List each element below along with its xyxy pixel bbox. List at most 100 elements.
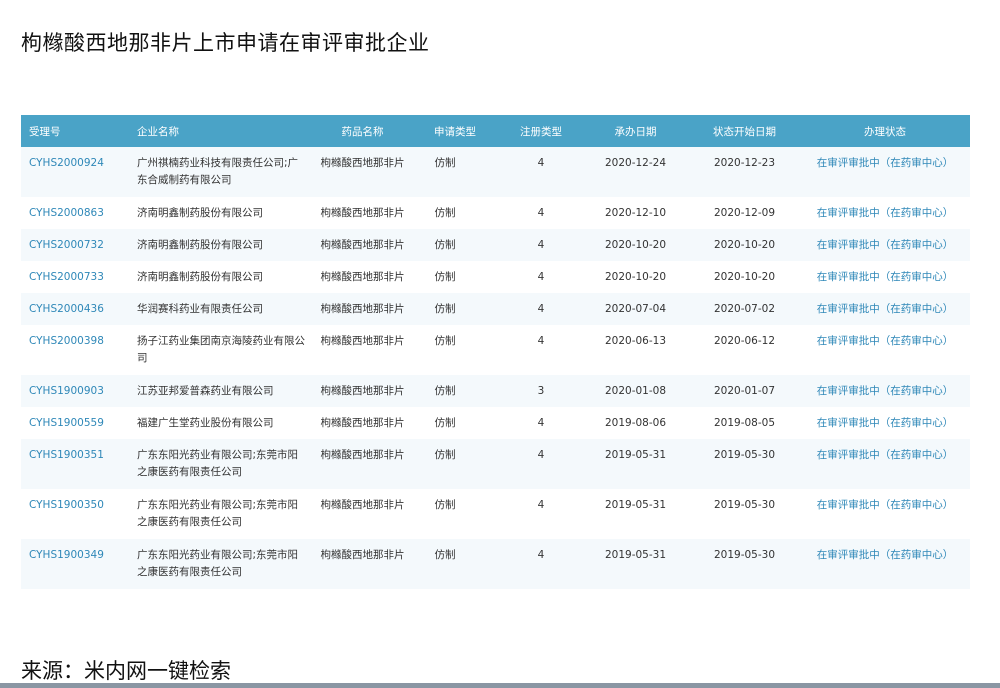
- status-cell[interactable]: 在审评审批中（在药审中心）: [800, 407, 970, 439]
- apply-type-cell: 仿制: [434, 549, 456, 561]
- company-name-cell: 广东东阳光药业有限公司;东莞市阳之康医药有限责任公司: [137, 499, 299, 528]
- status-cell[interactable]: 在审评审批中（在药审中心）: [800, 229, 970, 261]
- apply-type-cell: 仿制: [434, 335, 456, 347]
- status-date-cell: 2020-12-09: [713, 207, 776, 219]
- apply-type-cell: 仿制: [434, 417, 456, 429]
- company-name-cell: 福建广生堂药业股份有限公司: [137, 417, 274, 429]
- reg-type-cell: 4: [537, 449, 545, 461]
- drug-name-cell: 枸橼酸西地那非片: [320, 239, 405, 251]
- header-cell: 状态开始日期: [713, 125, 776, 138]
- drug-name-cell: 枸橼酸西地那非片: [320, 303, 405, 315]
- reg-type-cell: 4: [537, 271, 545, 283]
- apply-type-cell: 仿制: [434, 449, 456, 461]
- company-name-cell: 济南明鑫制药股份有限公司: [137, 207, 263, 219]
- status-date-cell: 2019-08-05: [713, 417, 776, 429]
- accept-date-cell: 2019-05-31: [604, 449, 667, 461]
- accept-number-cell[interactable]: CYHS2000924: [21, 147, 133, 197]
- company-name-cell: 扬子江药业集团南京海陵药业有限公司: [137, 335, 305, 364]
- header-cell: 药品名称: [341, 125, 384, 138]
- header-cell: 企业名称: [137, 125, 179, 138]
- table-row: CYHS2000863 济南明鑫制药股份有限公司 枸橼酸西地那非片 仿制 4 2020-1…: [21, 197, 970, 229]
- status-cell[interactable]: 在审评审批中（在药审中心）: [800, 375, 970, 407]
- drug-name-cell: 枸橼酸西地那非片: [320, 449, 405, 461]
- reg-type-cell: 4: [537, 417, 545, 429]
- table-row: CYHS2000436 华润赛科药业有限责任公司 枸橼酸西地那非片 仿制 4 2020-0…: [21, 293, 970, 325]
- accept-number-cell[interactable]: CYHS1900351: [21, 439, 133, 489]
- accept-date-cell: 2019-08-06: [604, 417, 667, 429]
- status-date-cell: 2020-06-12: [713, 335, 776, 347]
- company-name-cell: 江苏亚邦爱普森药业有限公司: [137, 385, 274, 397]
- header-cell: 承办日期: [614, 125, 657, 138]
- drug-name-cell: 枸橼酸西地那非片: [320, 207, 405, 219]
- accept-number-cell[interactable]: CYHS1900559: [21, 407, 133, 439]
- accept-number-cell[interactable]: CYHS2000398: [21, 325, 133, 375]
- page-title: 枸橼酸西地那非片上市申请在审评审批企业: [21, 31, 430, 55]
- status-date-cell: 2020-10-20: [713, 239, 776, 251]
- status-cell[interactable]: 在审评审批中（在药审中心）: [800, 325, 970, 375]
- apply-type-cell: 仿制: [434, 157, 456, 169]
- status-date-cell: 2020-01-07: [713, 385, 776, 397]
- accept-date-cell: 2020-07-04: [604, 303, 667, 315]
- company-name-cell: 广东东阳光药业有限公司;东莞市阳之康医药有限责任公司: [137, 549, 299, 578]
- bottom-divider: [0, 683, 1000, 688]
- table-row: CYHS2000732 济南明鑫制药股份有限公司 枸橼酸西地那非片 仿制 4 2020-1…: [21, 229, 970, 261]
- table-row: CYHS2000733 济南明鑫制药股份有限公司 枸橼酸西地那非片 仿制 4 2020-1…: [21, 261, 970, 293]
- apply-type-cell: 仿制: [434, 207, 456, 219]
- status-cell[interactable]: 在审评审批中（在药审中心）: [800, 261, 970, 293]
- approval-table-container: 受理号 企业名称 药品名称 申请类型 注册类型 承办日期 状态开始日期 办理状态…: [21, 115, 970, 589]
- reg-type-cell: 4: [537, 335, 545, 347]
- reg-type-cell: 4: [537, 239, 545, 251]
- accept-number-cell[interactable]: CYHS2000733: [21, 261, 133, 293]
- header-cell: 注册类型: [520, 125, 562, 138]
- drug-name-cell: 枸橼酸西地那非片: [320, 549, 405, 561]
- status-date-cell: 2019-05-30: [713, 449, 776, 461]
- status-cell[interactable]: 在审评审批中（在药审中心）: [800, 293, 970, 325]
- drug-name-cell: 枸橼酸西地那非片: [320, 417, 405, 429]
- source-note: 来源：米内网一键检索: [21, 659, 231, 683]
- status-date-cell: 2020-12-23: [713, 157, 776, 169]
- accept-number-cell[interactable]: CYHS2000436: [21, 293, 133, 325]
- table-row: CYHS1900349 广东东阳光药业有限公司;东莞市阳之康医药有限责任公司 枸橼酸…: [21, 539, 970, 589]
- apply-type-cell: 仿制: [434, 239, 456, 251]
- table-row: CYHS1900351 广东东阳光药业有限公司;东莞市阳之康医药有限责任公司 枸橼酸…: [21, 439, 970, 489]
- reg-type-cell: 4: [537, 549, 545, 561]
- drug-name-cell: 枸橼酸西地那非片: [320, 157, 405, 169]
- accept-date-cell: 2020-06-13: [604, 335, 667, 347]
- reg-type-cell: 4: [537, 207, 545, 219]
- status-cell[interactable]: 在审评审批中（在药审中心）: [800, 147, 970, 197]
- company-name-cell: 广州祺楠药业科技有限责任公司;广东合威制药有限公司: [137, 157, 299, 186]
- header-cell: 办理状态: [864, 125, 906, 138]
- apply-type-cell: 仿制: [434, 499, 456, 511]
- accept-date-cell: 2020-10-20: [604, 239, 667, 251]
- drug-name-cell: 枸橼酸西地那非片: [320, 271, 405, 283]
- table-row: CYHS1900559 福建广生堂药业股份有限公司 枸橼酸西地那非片 仿制 4 2019-…: [21, 407, 970, 439]
- table-row: CYHS2000924 广州祺楠药业科技有限责任公司;广东合威制药有限公司 枸橼酸西…: [21, 147, 970, 197]
- status-cell[interactable]: 在审评审批中（在药审中心）: [800, 197, 970, 229]
- accept-date-cell: 2019-05-31: [604, 549, 667, 561]
- accept-number-cell[interactable]: CYHS2000732: [21, 229, 133, 261]
- accept-number-cell[interactable]: CYHS2000863: [21, 197, 133, 229]
- accept-number-cell[interactable]: CYHS1900903: [21, 375, 133, 407]
- accept-number-cell[interactable]: CYHS1900350: [21, 489, 133, 539]
- approval-table: 受理号 企业名称 药品名称 申请类型 注册类型 承办日期 状态开始日期 办理状态…: [21, 115, 970, 589]
- company-name-cell: 济南明鑫制药股份有限公司: [137, 271, 263, 283]
- accept-date-cell: 2020-10-20: [604, 271, 667, 283]
- table-body: CYHS2000924 广州祺楠药业科技有限责任公司;广东合威制药有限公司 枸橼酸西…: [21, 147, 970, 589]
- accept-date-cell: 2020-12-10: [604, 207, 667, 219]
- status-cell[interactable]: 在审评审批中（在药审中心）: [800, 539, 970, 589]
- apply-type-cell: 仿制: [434, 303, 456, 315]
- status-cell[interactable]: 在审评审批中（在药审中心）: [800, 489, 970, 539]
- accept-date-cell: 2020-12-24: [604, 157, 667, 169]
- company-name-cell: 济南明鑫制药股份有限公司: [137, 239, 263, 251]
- accept-number-cell[interactable]: CYHS1900349: [21, 539, 133, 589]
- status-cell[interactable]: 在审评审批中（在药审中心）: [800, 439, 970, 489]
- accept-date-cell: 2020-01-08: [604, 385, 667, 397]
- reg-type-cell: 4: [537, 303, 545, 315]
- header-cell: 申请类型: [434, 125, 476, 138]
- apply-type-cell: 仿制: [434, 385, 456, 397]
- reg-type-cell: 3: [537, 385, 545, 397]
- drug-name-cell: 枸橼酸西地那非片: [320, 499, 405, 511]
- apply-type-cell: 仿制: [434, 271, 456, 283]
- reg-type-cell: 4: [537, 499, 545, 511]
- status-date-cell: 2020-07-02: [713, 303, 776, 315]
